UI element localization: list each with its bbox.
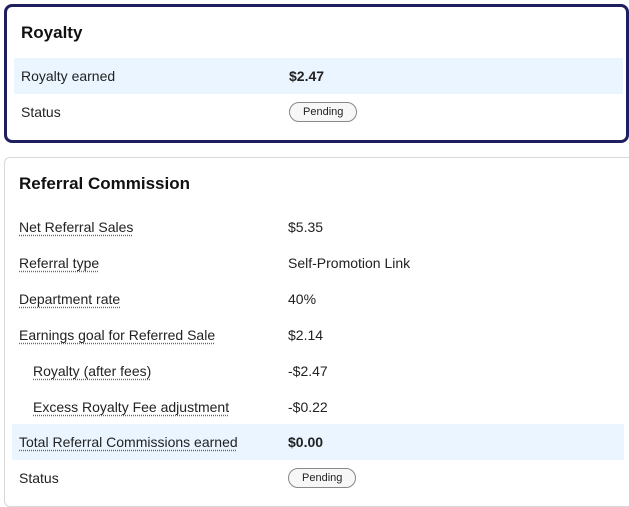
royalty-earned-label: Royalty earned	[21, 68, 116, 84]
referral-row-earnings-goal: Earnings goal for Referred Sale $2.14	[12, 317, 624, 353]
referral-row-royalty-after-fees: Royalty (after fees) -$2.47	[12, 353, 624, 389]
referral-row-department-rate: Department rate 40%	[12, 281, 624, 317]
referral-commission-card: Referral Commission Net Referral Sales $…	[4, 157, 629, 507]
referral-row-type: Referral type Self-Promotion Link	[12, 245, 624, 281]
referral-status-row: Status Pending	[12, 460, 624, 496]
royalty-after-fees-label[interactable]: Royalty (after fees)	[33, 363, 151, 379]
referral-status-badge: Pending	[288, 468, 357, 488]
department-rate-label[interactable]: Department rate	[19, 291, 120, 307]
royalty-card: Royalty Royalty earned $2.47 Status Pend…	[4, 4, 629, 143]
total-referral-commissions-value: $0.00	[288, 434, 324, 450]
total-referral-commissions-label[interactable]: Total Referral Commissions earned	[19, 434, 238, 450]
royalty-status-badge: Pending	[289, 102, 358, 122]
department-rate-value: 40%	[288, 291, 317, 307]
net-referral-sales-value: $5.35	[288, 219, 324, 235]
referral-type-value: Self-Promotion Link	[288, 255, 411, 271]
referral-status-label: Status	[19, 470, 59, 486]
royalty-after-fees-value: -$2.47	[288, 363, 328, 379]
referral-type-label[interactable]: Referral type	[19, 255, 99, 271]
excess-royalty-fee-value: -$0.22	[288, 399, 328, 415]
referral-row-total: Total Referral Commissions earned $0.00	[12, 424, 624, 460]
referral-title: Referral Commission	[19, 174, 190, 193]
royalty-status-label: Status	[21, 104, 61, 120]
referral-row-net-sales: Net Referral Sales $5.35	[12, 209, 624, 245]
net-referral-sales-label[interactable]: Net Referral Sales	[19, 219, 133, 235]
earnings-goal-value: $2.14	[288, 327, 324, 343]
earnings-goal-label[interactable]: Earnings goal for Referred Sale	[19, 327, 215, 343]
royalty-title: Royalty	[21, 23, 83, 42]
royalty-earned-row: Royalty earned $2.47	[14, 58, 623, 94]
referral-row-excess-fee: Excess Royalty Fee adjustment -$0.22	[12, 389, 624, 425]
royalty-earned-value: $2.47	[289, 68, 325, 84]
royalty-status-row: Status Pending	[14, 94, 623, 130]
excess-royalty-fee-label[interactable]: Excess Royalty Fee adjustment	[33, 399, 229, 415]
